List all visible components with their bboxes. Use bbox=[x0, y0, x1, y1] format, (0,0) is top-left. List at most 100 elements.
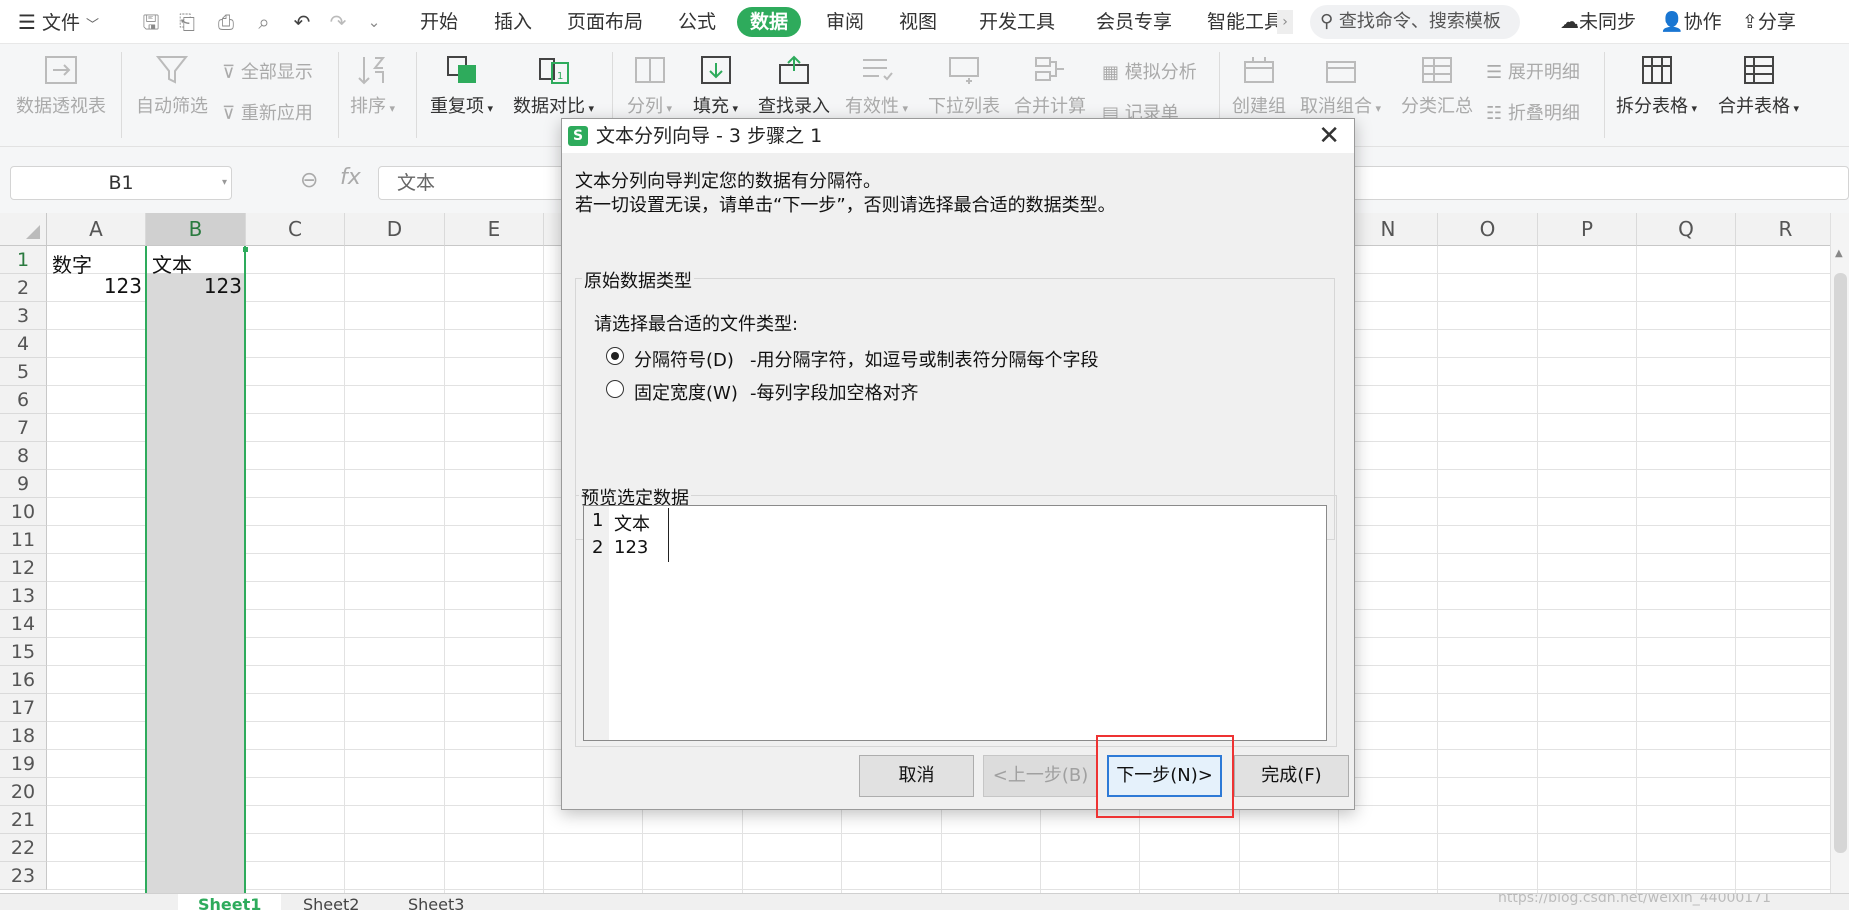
row-header-12[interactable]: 12 bbox=[0, 554, 47, 582]
row-header-23[interactable]: 23 bbox=[0, 862, 47, 890]
row-header-19[interactable]: 19 bbox=[0, 750, 47, 778]
tab-smart-tools[interactable]: 智能工具 bbox=[1207, 0, 1277, 44]
column-header-R[interactable]: R bbox=[1736, 213, 1836, 246]
row-header-13[interactable]: 13 bbox=[0, 582, 47, 610]
row-header-5[interactable]: 5 bbox=[0, 358, 47, 386]
ungroup-button[interactable]: 取消组合 ▾ bbox=[1300, 54, 1381, 118]
fill-button[interactable]: 填充 ▾ bbox=[693, 54, 738, 118]
radio-fixed-width[interactable] bbox=[606, 380, 624, 398]
share-button[interactable]: ⇪分享 bbox=[1742, 0, 1796, 44]
row-header-17[interactable]: 17 bbox=[0, 694, 47, 722]
row-header-2[interactable]: 2 bbox=[0, 274, 47, 302]
redo-icon[interactable]: ↷ bbox=[326, 10, 350, 34]
tab-review[interactable]: 审阅 bbox=[826, 0, 864, 44]
row-header-7[interactable]: 7 bbox=[0, 414, 47, 442]
duplicates-button[interactable]: 重复项 ▾ bbox=[430, 54, 493, 118]
column-header-E[interactable]: E bbox=[445, 213, 544, 246]
compare-button[interactable]: 1 数据对比 ▾ bbox=[513, 54, 594, 118]
tab-insert[interactable]: 插入 bbox=[494, 0, 532, 44]
vertical-scrollbar[interactable]: ▲ bbox=[1830, 213, 1849, 893]
preview-box[interactable]: 1 文本 2 123 bbox=[583, 505, 1327, 741]
column-header-A[interactable]: A bbox=[47, 213, 146, 246]
show-all-button[interactable]: ⊽ 全部显示 bbox=[222, 58, 313, 84]
row-header-11[interactable]: 11 bbox=[0, 526, 47, 554]
cell-A1[interactable]: 数字 bbox=[52, 249, 92, 278]
fx-icon[interactable]: fx bbox=[340, 165, 361, 190]
merge-table-button[interactable]: 合并表格 ▾ bbox=[1718, 54, 1799, 118]
expand-detail-button[interactable]: ☰ 展开明细 bbox=[1486, 58, 1580, 84]
chevron-right-icon[interactable]: › bbox=[1277, 10, 1293, 34]
name-box[interactable]: B1 ▾ bbox=[10, 166, 232, 200]
row-header-22[interactable]: 22 bbox=[0, 834, 47, 862]
what-if-button[interactable]: ▦ 模拟分析 bbox=[1102, 58, 1197, 84]
row-header-3[interactable]: 3 bbox=[0, 302, 47, 330]
fill-handle[interactable] bbox=[243, 247, 248, 252]
delimited-label[interactable]: 分隔符号(D) bbox=[634, 346, 734, 372]
tab-page-layout[interactable]: 页面布局 bbox=[567, 0, 643, 44]
export-icon[interactable]: ⎗ bbox=[175, 10, 199, 34]
row-header-4[interactable]: 4 bbox=[0, 330, 47, 358]
column-header-B[interactable]: B bbox=[146, 213, 246, 246]
svg-text:1: 1 bbox=[557, 71, 563, 82]
print-icon[interactable]: ⎙ bbox=[214, 10, 238, 34]
cell-B2[interactable]: 123 bbox=[198, 274, 242, 298]
back-button[interactable]: <上一步(B) bbox=[983, 755, 1098, 797]
column-header-P[interactable]: P bbox=[1538, 213, 1637, 246]
column-header-Q[interactable]: Q bbox=[1637, 213, 1736, 246]
column-header-O[interactable]: O bbox=[1438, 213, 1538, 246]
cancel-button[interactable]: 取消 bbox=[859, 755, 974, 797]
row-header-15[interactable]: 15 bbox=[0, 638, 47, 666]
row-header-16[interactable]: 16 bbox=[0, 666, 47, 694]
row-header-18[interactable]: 18 bbox=[0, 722, 47, 750]
row-header-1[interactable]: 1 bbox=[0, 246, 47, 274]
split-button[interactable]: 分列 ▾ bbox=[627, 54, 672, 118]
lookup-entry-button[interactable]: 查找录入 bbox=[758, 54, 830, 118]
row-header-10[interactable]: 10 bbox=[0, 498, 47, 526]
search-box[interactable]: ⚲ 查找命令、搜索模板 bbox=[1310, 5, 1520, 39]
undo-icon[interactable]: ↶ bbox=[290, 10, 314, 34]
tab-member[interactable]: 会员专享 bbox=[1096, 0, 1172, 44]
print-preview-icon[interactable]: ⌕ bbox=[252, 10, 276, 34]
radio-delimited[interactable] bbox=[606, 347, 624, 365]
row-header-20[interactable]: 20 bbox=[0, 778, 47, 806]
reapply-button[interactable]: ⊽ 重新应用 bbox=[222, 99, 313, 125]
sort-button[interactable]: 排序 ▾ bbox=[350, 54, 395, 118]
sheet-tab-1[interactable]: Sheet1 bbox=[178, 894, 282, 910]
save-icon[interactable]: 🖫 bbox=[139, 10, 163, 34]
close-icon[interactable]: ✕ bbox=[1318, 121, 1340, 151]
validity-button[interactable]: 有效性 ▾ bbox=[845, 54, 908, 118]
collapse-detail-button[interactable]: ☷ 折叠明细 bbox=[1486, 99, 1580, 125]
sheet-tab-2[interactable]: Sheet2 bbox=[283, 894, 379, 910]
pivot-table-button[interactable]: 数据透视表 bbox=[16, 54, 106, 118]
row-header-8[interactable]: 8 bbox=[0, 442, 47, 470]
tab-developer[interactable]: 开发工具 bbox=[979, 0, 1055, 44]
row-header-14[interactable]: 14 bbox=[0, 610, 47, 638]
dropdown-list-button[interactable]: 下拉列表 bbox=[928, 54, 1000, 118]
tab-home[interactable]: 开始 bbox=[420, 0, 458, 44]
fixed-width-label[interactable]: 固定宽度(W) bbox=[634, 379, 738, 405]
finish-button[interactable]: 完成(F) bbox=[1234, 755, 1349, 797]
consolidate-button[interactable]: 合并计算 bbox=[1014, 54, 1086, 118]
subtotal-button[interactable]: 分类汇总 bbox=[1401, 54, 1473, 118]
zoom-icon[interactable]: ⊖ bbox=[300, 168, 318, 193]
row-header-6[interactable]: 6 bbox=[0, 386, 47, 414]
dropdown-list-icon bbox=[949, 57, 979, 84]
row-header-9[interactable]: 9 bbox=[0, 470, 47, 498]
collaborate-button[interactable]: 👤协作 bbox=[1660, 0, 1722, 44]
cell-A2[interactable]: 123 bbox=[100, 274, 142, 298]
select-all-corner[interactable] bbox=[0, 213, 47, 246]
autofilter-button[interactable]: 自动筛选 bbox=[136, 54, 208, 118]
column-header-C[interactable]: C bbox=[246, 213, 345, 246]
tab-view[interactable]: 视图 bbox=[899, 0, 937, 44]
column-header-D[interactable]: D bbox=[345, 213, 445, 246]
tab-data[interactable]: 数据 bbox=[737, 7, 802, 37]
file-menu[interactable]: ☰ 文件 ﹀ bbox=[18, 0, 99, 44]
split-table-button[interactable]: 拆分表格 ▾ bbox=[1616, 54, 1697, 118]
tab-formula[interactable]: 公式 bbox=[678, 0, 716, 44]
create-group-button[interactable]: 创建组 bbox=[1232, 54, 1286, 118]
sheet-tab-3[interactable]: Sheet3 bbox=[388, 894, 484, 910]
row-header-21[interactable]: 21 bbox=[0, 806, 47, 834]
cell-B1[interactable]: 文本 bbox=[152, 249, 192, 278]
sync-button[interactable]: ☁未同步 bbox=[1560, 0, 1636, 44]
more-quick-access-icon[interactable]: ⌄ bbox=[362, 10, 386, 34]
